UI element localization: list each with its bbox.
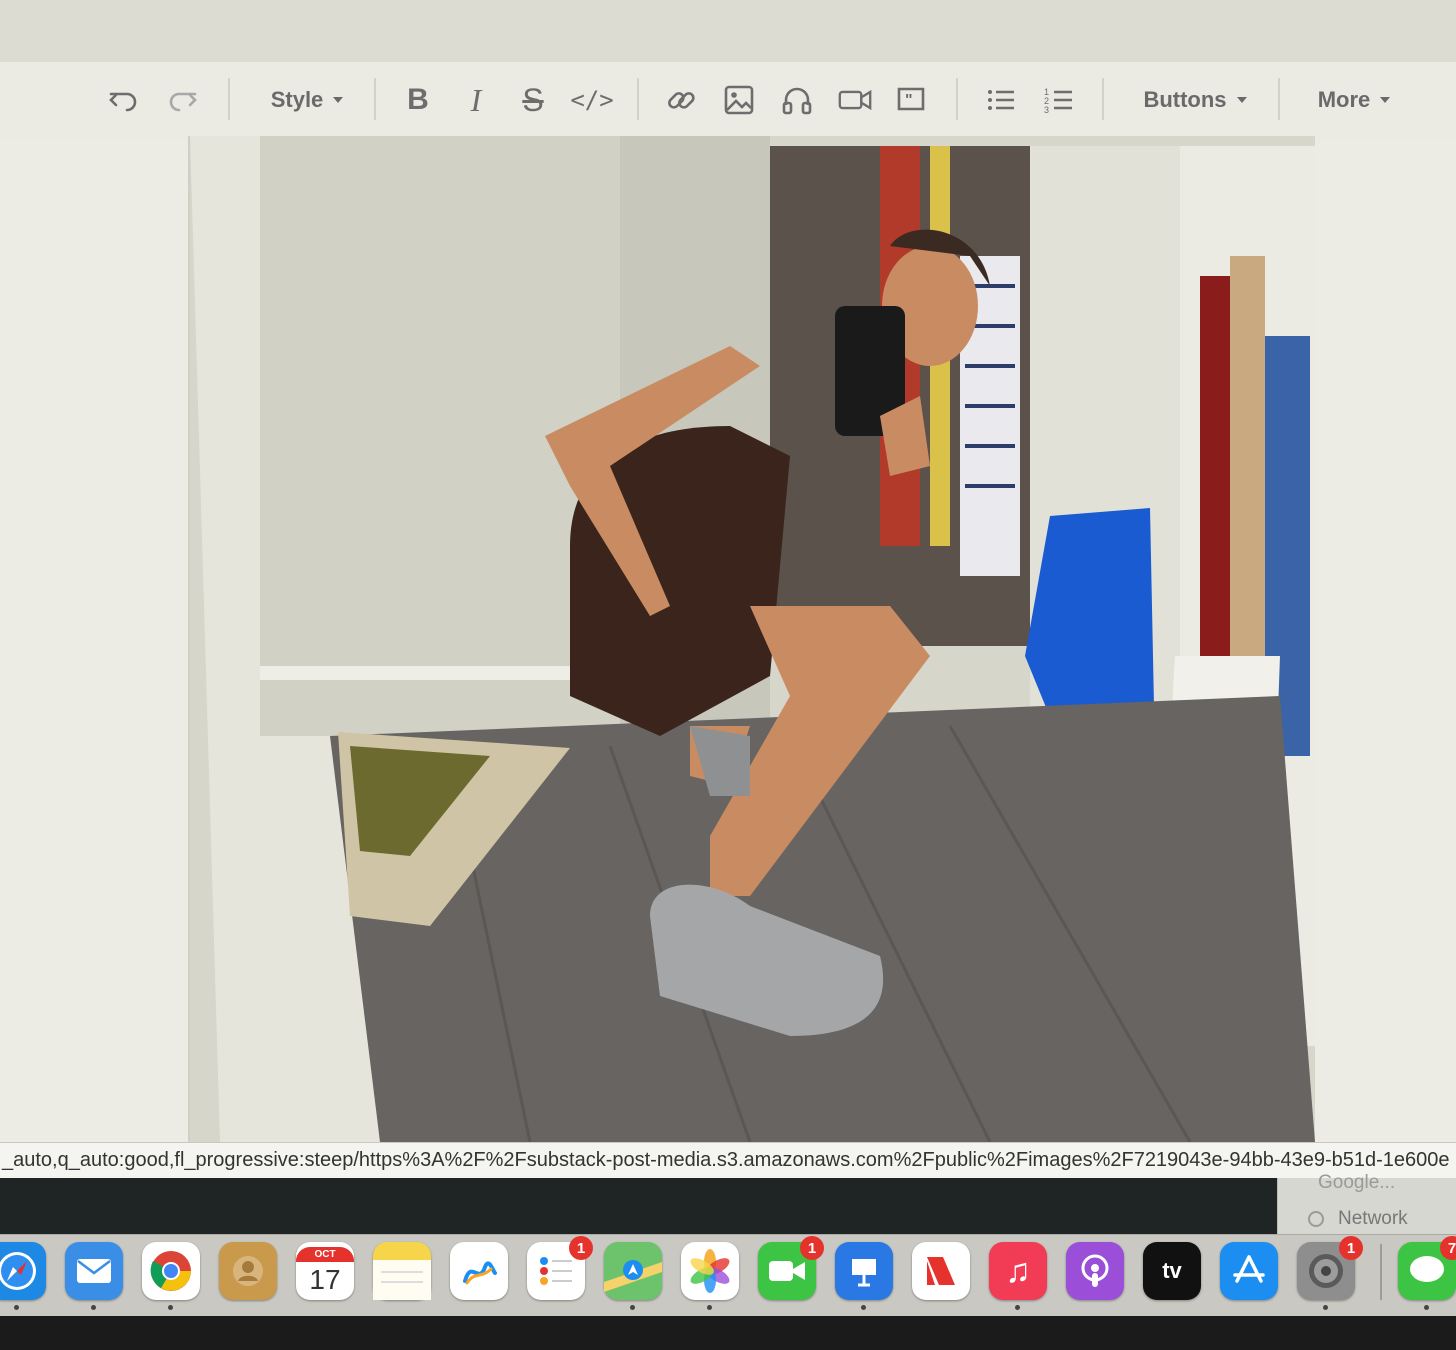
chrome-icon[interactable]	[142, 1242, 200, 1310]
chevron-down-icon	[1236, 97, 1247, 103]
app-store-glyph	[1220, 1242, 1278, 1300]
notification-badge: 1	[1339, 1236, 1363, 1260]
strikethrough-icon[interactable]: S	[515, 78, 551, 122]
desktop-background	[0, 1178, 1456, 1234]
image-icon[interactable]	[720, 78, 758, 122]
style-label: Style	[270, 87, 324, 112]
notes-glyph	[373, 1242, 431, 1300]
safari-glyph	[0, 1242, 46, 1300]
apple-tv-icon[interactable]: tv	[1143, 1242, 1201, 1300]
mail-icon[interactable]	[65, 1242, 123, 1310]
podcasts-icon[interactable]	[1066, 1242, 1124, 1300]
photos-icon[interactable]	[681, 1242, 739, 1310]
popup-item-network[interactable]: Network	[1338, 1208, 1408, 1230]
bullet-list-icon[interactable]	[982, 78, 1020, 122]
buttons-dropdown[interactable]: Buttons	[1138, 78, 1252, 122]
music-icon[interactable]: ♫	[989, 1242, 1047, 1310]
status-url-text: _auto,q_auto:good,fl_progressive:steep/h…	[2, 1149, 1450, 1171]
calendar-day: 17	[309, 1263, 341, 1295]
running-indicator	[91, 1305, 96, 1310]
messages-icon[interactable]: 7	[1398, 1236, 1456, 1310]
video-icon[interactable]	[834, 78, 876, 122]
dock-divider	[1380, 1244, 1382, 1300]
more-dropdown[interactable]: More	[1312, 78, 1396, 122]
popup-item-google[interactable]: Google...	[1318, 1172, 1395, 1194]
screen: Style B I S </> " 123 Buttons More _auto…	[0, 0, 1456, 1350]
chrome-glyph	[142, 1242, 200, 1300]
toolbar-divider	[637, 78, 639, 120]
code-icon[interactable]: </>	[570, 78, 614, 122]
running-indicator	[707, 1305, 712, 1310]
maps-glyph	[604, 1242, 662, 1300]
numbered-list-icon[interactable]: 123	[1040, 78, 1078, 122]
reminders-icon[interactable]: 1	[527, 1236, 593, 1300]
style-dropdown[interactable]: Style	[262, 78, 352, 122]
running-indicator	[630, 1305, 635, 1310]
toolbar-divider	[228, 78, 230, 120]
apple-tv-label: tv	[1162, 1258, 1182, 1283]
freeform-glyph	[450, 1242, 508, 1300]
notification-badge: 1	[800, 1236, 824, 1260]
running-indicator	[861, 1305, 866, 1310]
photos-glyph	[681, 1242, 739, 1300]
running-indicator	[1323, 1305, 1328, 1310]
app-store-icon[interactable]	[1220, 1242, 1278, 1300]
freeform-icon[interactable]	[450, 1242, 508, 1300]
facetime-icon[interactable]: 1	[758, 1236, 824, 1300]
toolbar-divider	[1278, 78, 1280, 120]
screen-bezel	[0, 1316, 1456, 1350]
system-settings-icon[interactable]: 1	[1297, 1236, 1363, 1310]
contacts-glyph	[219, 1242, 277, 1300]
running-indicator	[14, 1305, 19, 1310]
svg-text:": "	[905, 92, 913, 109]
news-glyph	[912, 1242, 970, 1300]
news-icon[interactable]	[912, 1242, 970, 1300]
notes-icon[interactable]	[373, 1242, 431, 1300]
link-icon[interactable]	[662, 78, 700, 122]
undo-icon[interactable]	[104, 78, 144, 122]
audio-icon[interactable]	[778, 78, 816, 122]
calendar-glyph: OCT 17	[296, 1242, 354, 1300]
calendar-icon[interactable]: OCT 17	[296, 1242, 354, 1300]
context-popup: Google... Network	[1277, 1172, 1456, 1234]
svg-text:3: 3	[1044, 105, 1049, 115]
keynote-glyph	[835, 1242, 893, 1300]
embedded-photo[interactable]	[188, 136, 1315, 1142]
safari-icon[interactable]	[0, 1242, 46, 1310]
toolbar-divider	[374, 78, 376, 120]
music-glyph: ♫	[1005, 1251, 1031, 1290]
calendar-month: OCT	[296, 1246, 354, 1262]
toolbar-divider	[1102, 78, 1104, 120]
running-indicator	[1015, 1305, 1020, 1310]
bold-icon[interactable]: B	[400, 78, 436, 122]
quote-icon[interactable]: "	[892, 78, 930, 122]
buttons-label: Buttons	[1143, 87, 1227, 112]
redo-icon[interactable]	[162, 78, 202, 122]
more-label: More	[1317, 87, 1371, 112]
apple-tv-glyph: tv	[1143, 1242, 1201, 1300]
contacts-icon[interactable]	[219, 1242, 277, 1300]
podcasts-glyph	[1066, 1242, 1124, 1300]
status-url-bar: _auto,q_auto:good,fl_progressive:steep/h…	[0, 1142, 1456, 1178]
window-top-band	[0, 0, 1456, 62]
maps-icon[interactable]	[604, 1242, 662, 1310]
mail-glyph	[65, 1242, 123, 1300]
network-icon	[1308, 1211, 1324, 1227]
chevron-down-icon	[333, 97, 344, 103]
toolbar-divider	[956, 78, 958, 120]
chevron-down-icon	[1380, 97, 1391, 103]
running-indicator	[1424, 1305, 1429, 1310]
keynote-icon[interactable]	[835, 1242, 893, 1310]
running-indicator	[168, 1305, 173, 1310]
notification-badge: 1	[569, 1236, 593, 1260]
italic-icon[interactable]: I	[458, 78, 494, 122]
